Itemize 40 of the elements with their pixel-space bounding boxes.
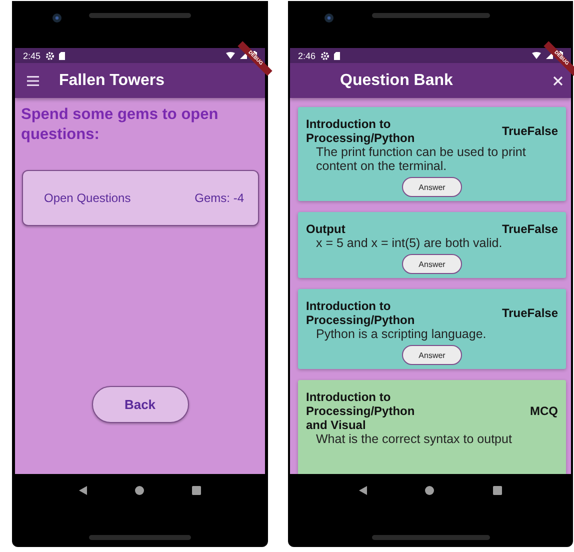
open-questions-card[interactable]: Open Questions Gems: -4: [22, 170, 259, 226]
topic-text: Output: [306, 222, 346, 236]
question-type: TrueFalse: [502, 222, 558, 236]
topic-text: Introduction to Processing/Python: [306, 299, 416, 327]
gear-icon: [320, 52, 329, 60]
status-time: 2:46: [298, 50, 316, 60]
wifi-icon: [532, 52, 541, 59]
question-text: Python is a scripting language.: [315, 327, 488, 341]
card-label: Open Questions: [44, 191, 131, 205]
back-button[interactable]: Back: [92, 386, 188, 423]
home-icon[interactable]: [135, 486, 144, 494]
sd-card-icon: [334, 52, 340, 60]
topic-text: Introduction to Processing/Python: [306, 117, 416, 145]
question-type: TrueFalse: [502, 306, 558, 320]
topic-text: Introduction to Processing/Python and Visual: [306, 390, 416, 432]
answer-button[interactable]: Answer: [402, 254, 462, 274]
answer-button[interactable]: Answer: [402, 177, 462, 197]
menu-icon[interactable]: [27, 76, 39, 86]
camera-icon: [324, 13, 334, 23]
back-icon[interactable]: [79, 486, 87, 494]
recents-icon[interactable]: [492, 486, 502, 494]
close-icon[interactable]: [553, 76, 563, 86]
question-type: MCQ: [530, 404, 558, 418]
recents-icon[interactable]: [192, 486, 201, 494]
app-title: Question Bank: [340, 72, 454, 90]
back-icon[interactable]: [359, 486, 368, 494]
question-type: TrueFalse: [502, 124, 558, 138]
sd-card-icon: [58, 52, 65, 60]
gems-count: Gems: -4: [194, 191, 244, 205]
home-icon[interactable]: [425, 486, 434, 494]
question-text: x = 5 and x = int(5) are both valid.: [315, 236, 504, 250]
app-title: Fallen Towers: [59, 72, 165, 90]
question-text: The print function can be used to print content on the terminal.: [315, 145, 527, 173]
status-time: 2:45: [23, 50, 41, 60]
heading-text: Spend some gems to open questions:: [21, 105, 220, 145]
question-text: What is the correct syntax to output: [315, 432, 513, 446]
answer-button[interactable]: Answer: [402, 345, 462, 365]
wifi-icon: [226, 52, 235, 59]
gear-icon: [46, 52, 54, 60]
camera-icon: [52, 13, 62, 23]
